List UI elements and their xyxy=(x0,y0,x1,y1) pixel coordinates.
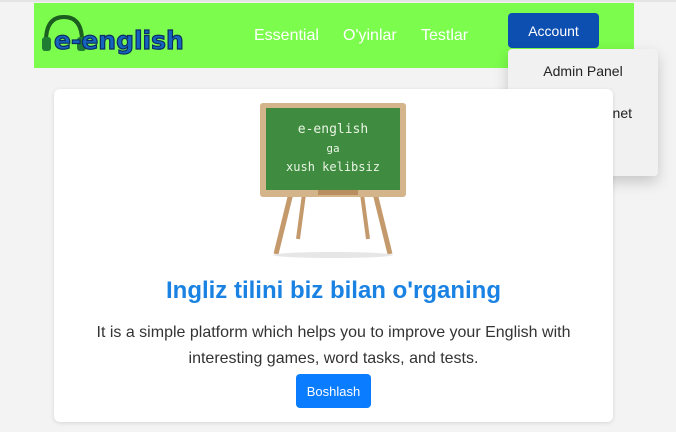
hero-description: It is a simple platform which helps you … xyxy=(96,324,571,367)
board-text-line-2: ga xyxy=(326,142,339,155)
board-text-line-1: e-english xyxy=(298,122,368,137)
chalkboard-illustration: e-english ga xush kelibsiz xyxy=(260,103,406,258)
nav-oyinlar[interactable]: O'yinlar xyxy=(343,27,397,45)
start-button[interactable]: Boshlash xyxy=(296,374,371,408)
logo-wordmark: e-english xyxy=(54,26,184,55)
nav-testlar[interactable]: Testlar xyxy=(421,27,468,45)
nav-essential[interactable]: Essential xyxy=(254,27,319,45)
board-text-line-3: xush kelibsiz xyxy=(286,160,380,174)
page-title: Ingliz tilini biz bilan o'rganing xyxy=(165,277,501,304)
e-english-logo[interactable]: e-english xyxy=(42,11,212,57)
menu-item-admin-panel[interactable]: Admin Panel xyxy=(508,63,658,79)
welcome-card: e-english ga xush kelibsiz Ingliz tilini… xyxy=(54,89,613,422)
account-button[interactable]: Account xyxy=(508,13,599,48)
top-border xyxy=(0,0,676,2)
